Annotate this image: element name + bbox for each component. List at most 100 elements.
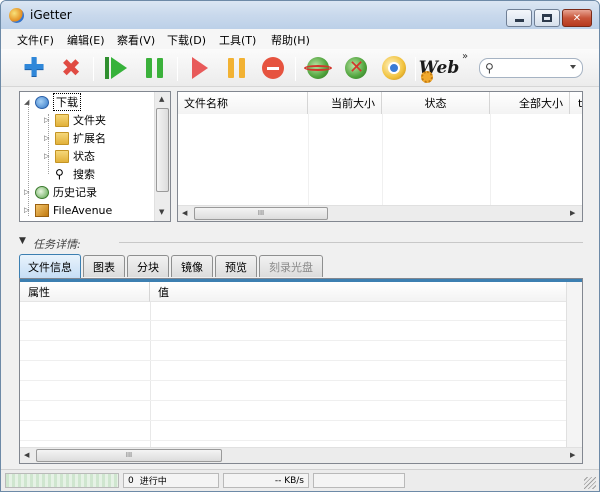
tree-item-label: 扩展名 <box>73 132 106 145</box>
tab-preview[interactable]: 预览 <box>215 255 257 277</box>
scroll-down-arrow-icon[interactable]: ▼ <box>159 208 164 216</box>
menu-edit[interactable]: 编辑(E) <box>67 32 105 48</box>
stop-button[interactable] <box>258 54 288 82</box>
scrollbar-thumb[interactable]: III <box>194 207 328 220</box>
scroll-left-arrow-icon[interactable]: ◀ <box>24 451 29 459</box>
scroll-right-arrow-icon[interactable]: ▶ <box>570 209 575 217</box>
collapse-details-arrow-icon[interactable]: ▼ <box>19 236 26 246</box>
app-logo-icon <box>9 8 24 23</box>
column-divider <box>490 114 491 206</box>
expand-arrow-icon[interactable]: ▷ <box>24 188 32 196</box>
close-icon: ✕ <box>572 12 582 24</box>
tab-segments[interactable]: 分块 <box>127 255 169 277</box>
tree-item-download[interactable]: ◢ 下载 <box>24 93 81 111</box>
menu-download[interactable]: 下载(D) <box>167 32 206 48</box>
scheduler-button[interactable] <box>379 54 409 82</box>
maximize-icon <box>542 14 552 22</box>
details-vertical-scrollbar[interactable] <box>566 282 582 450</box>
connect-button[interactable] <box>303 54 333 82</box>
stop-icon <box>262 57 284 79</box>
list-horizontal-scrollbar[interactable]: ◀ III ▶ <box>178 205 582 221</box>
tree-item-extensions[interactable]: ▷ 扩展名 <box>44 130 106 146</box>
expand-arrow-icon[interactable]: ▷ <box>44 134 52 142</box>
start-button[interactable] <box>185 54 215 82</box>
menu-file[interactable]: 文件(F) <box>17 32 54 48</box>
tab-chart[interactable]: 图表 <box>83 255 125 277</box>
resize-grip-icon[interactable] <box>584 477 596 489</box>
pause-all-button[interactable] <box>139 54 169 82</box>
pause-all-icon <box>145 58 163 78</box>
collapse-arrow-icon[interactable]: ◢ <box>24 98 32 106</box>
scroll-right-arrow-icon[interactable]: ▶ <box>570 451 575 459</box>
table-row <box>20 362 568 381</box>
tree-item-status[interactable]: ▷ 状态 <box>44 148 95 164</box>
tree-item-folders[interactable]: ▷ 文件夹 <box>44 112 106 128</box>
tree-item-fileavenue[interactable]: ▷ FileAvenue <box>24 202 112 218</box>
maximize-button[interactable] <box>534 9 560 27</box>
tab-burn-disc: 刻录光盘 <box>259 255 323 277</box>
column-header-value[interactable]: 值 <box>150 282 568 302</box>
table-row <box>20 402 568 421</box>
start-icon <box>192 57 208 79</box>
scrollbar-thumb[interactable]: III <box>36 449 222 462</box>
menu-help[interactable]: 帮助(H) <box>271 32 310 48</box>
table-row <box>20 382 568 401</box>
title-bar[interactable]: iGetter ✕ <box>1 1 599 29</box>
tree-item-label: FileAvenue <box>53 203 113 217</box>
pause-button[interactable] <box>221 54 251 82</box>
window-title: iGetter <box>30 8 72 22</box>
status-progress-indicator <box>5 473 119 488</box>
column-header-current-size[interactable]: 当前大小 <box>308 92 382 114</box>
add-download-button[interactable]: ✚ <box>19 54 49 82</box>
toolbar-more-chevron-icon[interactable]: » <box>462 51 468 62</box>
table-row <box>20 322 568 341</box>
delete-button[interactable]: ✖ <box>56 54 86 82</box>
task-details-label: 任务详情: <box>33 238 81 251</box>
expand-arrow-icon[interactable]: ▷ <box>44 152 52 160</box>
tree-item-label: 历史记录 <box>53 186 97 199</box>
disconnect-button[interactable]: ✕ <box>341 54 371 82</box>
column-header-status[interactable]: 状态 <box>382 92 490 114</box>
details-horizontal-scrollbar[interactable]: ◀ III ▶ <box>20 447 582 463</box>
minimize-button[interactable] <box>506 9 532 27</box>
tree-item-history[interactable]: ▷ 历史记录 <box>24 184 97 200</box>
toolbar-separator <box>93 57 94 81</box>
menu-tools[interactable]: 工具(T) <box>219 32 256 48</box>
status-extra-cell <box>313 473 405 488</box>
folder-icon <box>55 149 69 163</box>
scheduler-icon <box>382 56 406 80</box>
tree-item-search[interactable]: ⚲ 搜索 <box>55 166 95 182</box>
tree-item-label: 下载 <box>53 93 81 111</box>
delete-icon: ✖ <box>60 54 82 82</box>
expand-arrow-icon[interactable]: ▷ <box>24 206 32 214</box>
table-row <box>20 422 568 441</box>
start-all-button[interactable] <box>101 54 131 82</box>
details-divider <box>119 242 583 243</box>
folder-icon <box>55 131 69 145</box>
expand-arrow-icon[interactable]: ▷ <box>44 116 52 124</box>
column-header-truncated[interactable]: t <box>570 92 582 114</box>
toolbar-separator <box>177 57 178 81</box>
category-tree[interactable]: ◢ 下载 ▷ 文件夹 ▷ 扩展名 ▷ 状态 ⚲ 搜索 ▷ 历史记录 ▷ File… <box>19 91 171 222</box>
tab-file-info[interactable]: 文件信息 <box>19 254 81 278</box>
column-header-filename[interactable]: 文件名称 <box>178 92 308 114</box>
tab-mirrors[interactable]: 镜像 <box>171 255 213 277</box>
add-icon: ✚ <box>23 53 45 83</box>
scroll-up-arrow-icon[interactable]: ▲ <box>159 95 164 103</box>
chevron-down-icon[interactable] <box>570 65 576 69</box>
scrollbar-thumb[interactable] <box>156 108 169 192</box>
close-button[interactable]: ✕ <box>562 9 592 27</box>
column-header-total-size[interactable]: 全部大小 <box>490 92 570 114</box>
tree-vertical-scrollbar[interactable]: ▲ ▼ <box>154 92 170 221</box>
download-list[interactable]: 文件名称 当前大小 状态 全部大小 t ◀ III ▶ <box>177 91 583 222</box>
menu-view[interactable]: 察看(V) <box>117 32 155 48</box>
toolbar-separator <box>415 57 416 81</box>
tree-item-label: 文件夹 <box>73 114 106 127</box>
folder-icon <box>55 113 69 127</box>
minimize-icon <box>514 19 524 22</box>
search-input[interactable]: ⚲ <box>479 58 583 78</box>
file-info-panel[interactable]: 属性 值 ◀ III ▶ <box>19 278 583 464</box>
scroll-left-arrow-icon[interactable]: ◀ <box>182 209 187 217</box>
web-button[interactable]: Web <box>419 54 459 83</box>
column-header-property[interactable]: 属性 <box>20 282 150 302</box>
